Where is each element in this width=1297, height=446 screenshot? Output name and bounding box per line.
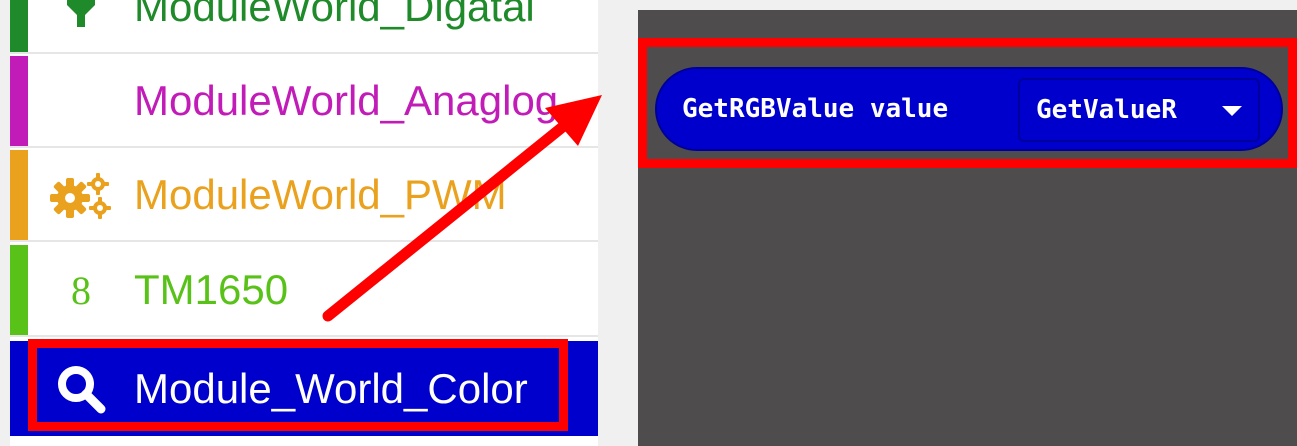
dropdown-selected-value: GetValueR (1036, 95, 1177, 125)
category-label: ModuleWorld_Anaglog (134, 77, 559, 124)
search-icon (46, 341, 116, 436)
category-color-stripe (10, 56, 28, 146)
caret-down-icon (1222, 106, 1242, 116)
category-moduleworld-anaglog[interactable]: ModuleWorld_Anaglog (10, 56, 598, 148)
category-label: ModuleWorld_PWM (134, 171, 507, 218)
category-tm1650[interactable]: 8 TM1650 (10, 245, 598, 337)
category-moduleworld-pwm[interactable]: ModuleWorld_PWM (10, 150, 598, 242)
category-moduleworld-digatal[interactable]: ModuleWorld_Digatal (10, 0, 598, 54)
digit-icon: 8 (46, 245, 116, 335)
rgb-channel-dropdown[interactable]: GetValueR (1018, 78, 1260, 142)
toolbox-category-list: ModuleWorld_Digatal ModuleWorld_Anaglog (10, 0, 598, 446)
category-color-stripe (10, 150, 28, 240)
category-partial-next (10, 436, 598, 446)
blocks-workspace[interactable]: GetRGBValue value GetValueR (638, 10, 1297, 446)
block-label: GetRGBValue value (682, 94, 949, 124)
category-color-stripe (10, 245, 28, 335)
category-module-world-color[interactable]: Module_World_Color (10, 341, 598, 436)
get-rgb-value-block[interactable]: GetRGBValue value GetValueR (655, 67, 1283, 151)
category-label: Module_World_Color (134, 364, 528, 412)
plug-icon (46, 0, 116, 52)
category-label: TM1650 (134, 266, 289, 313)
category-label: ModuleWorld_Digatal (134, 0, 535, 30)
digit-icon-text: 8 (71, 267, 91, 313)
gears-icon (46, 150, 116, 240)
category-color-stripe (10, 0, 28, 52)
